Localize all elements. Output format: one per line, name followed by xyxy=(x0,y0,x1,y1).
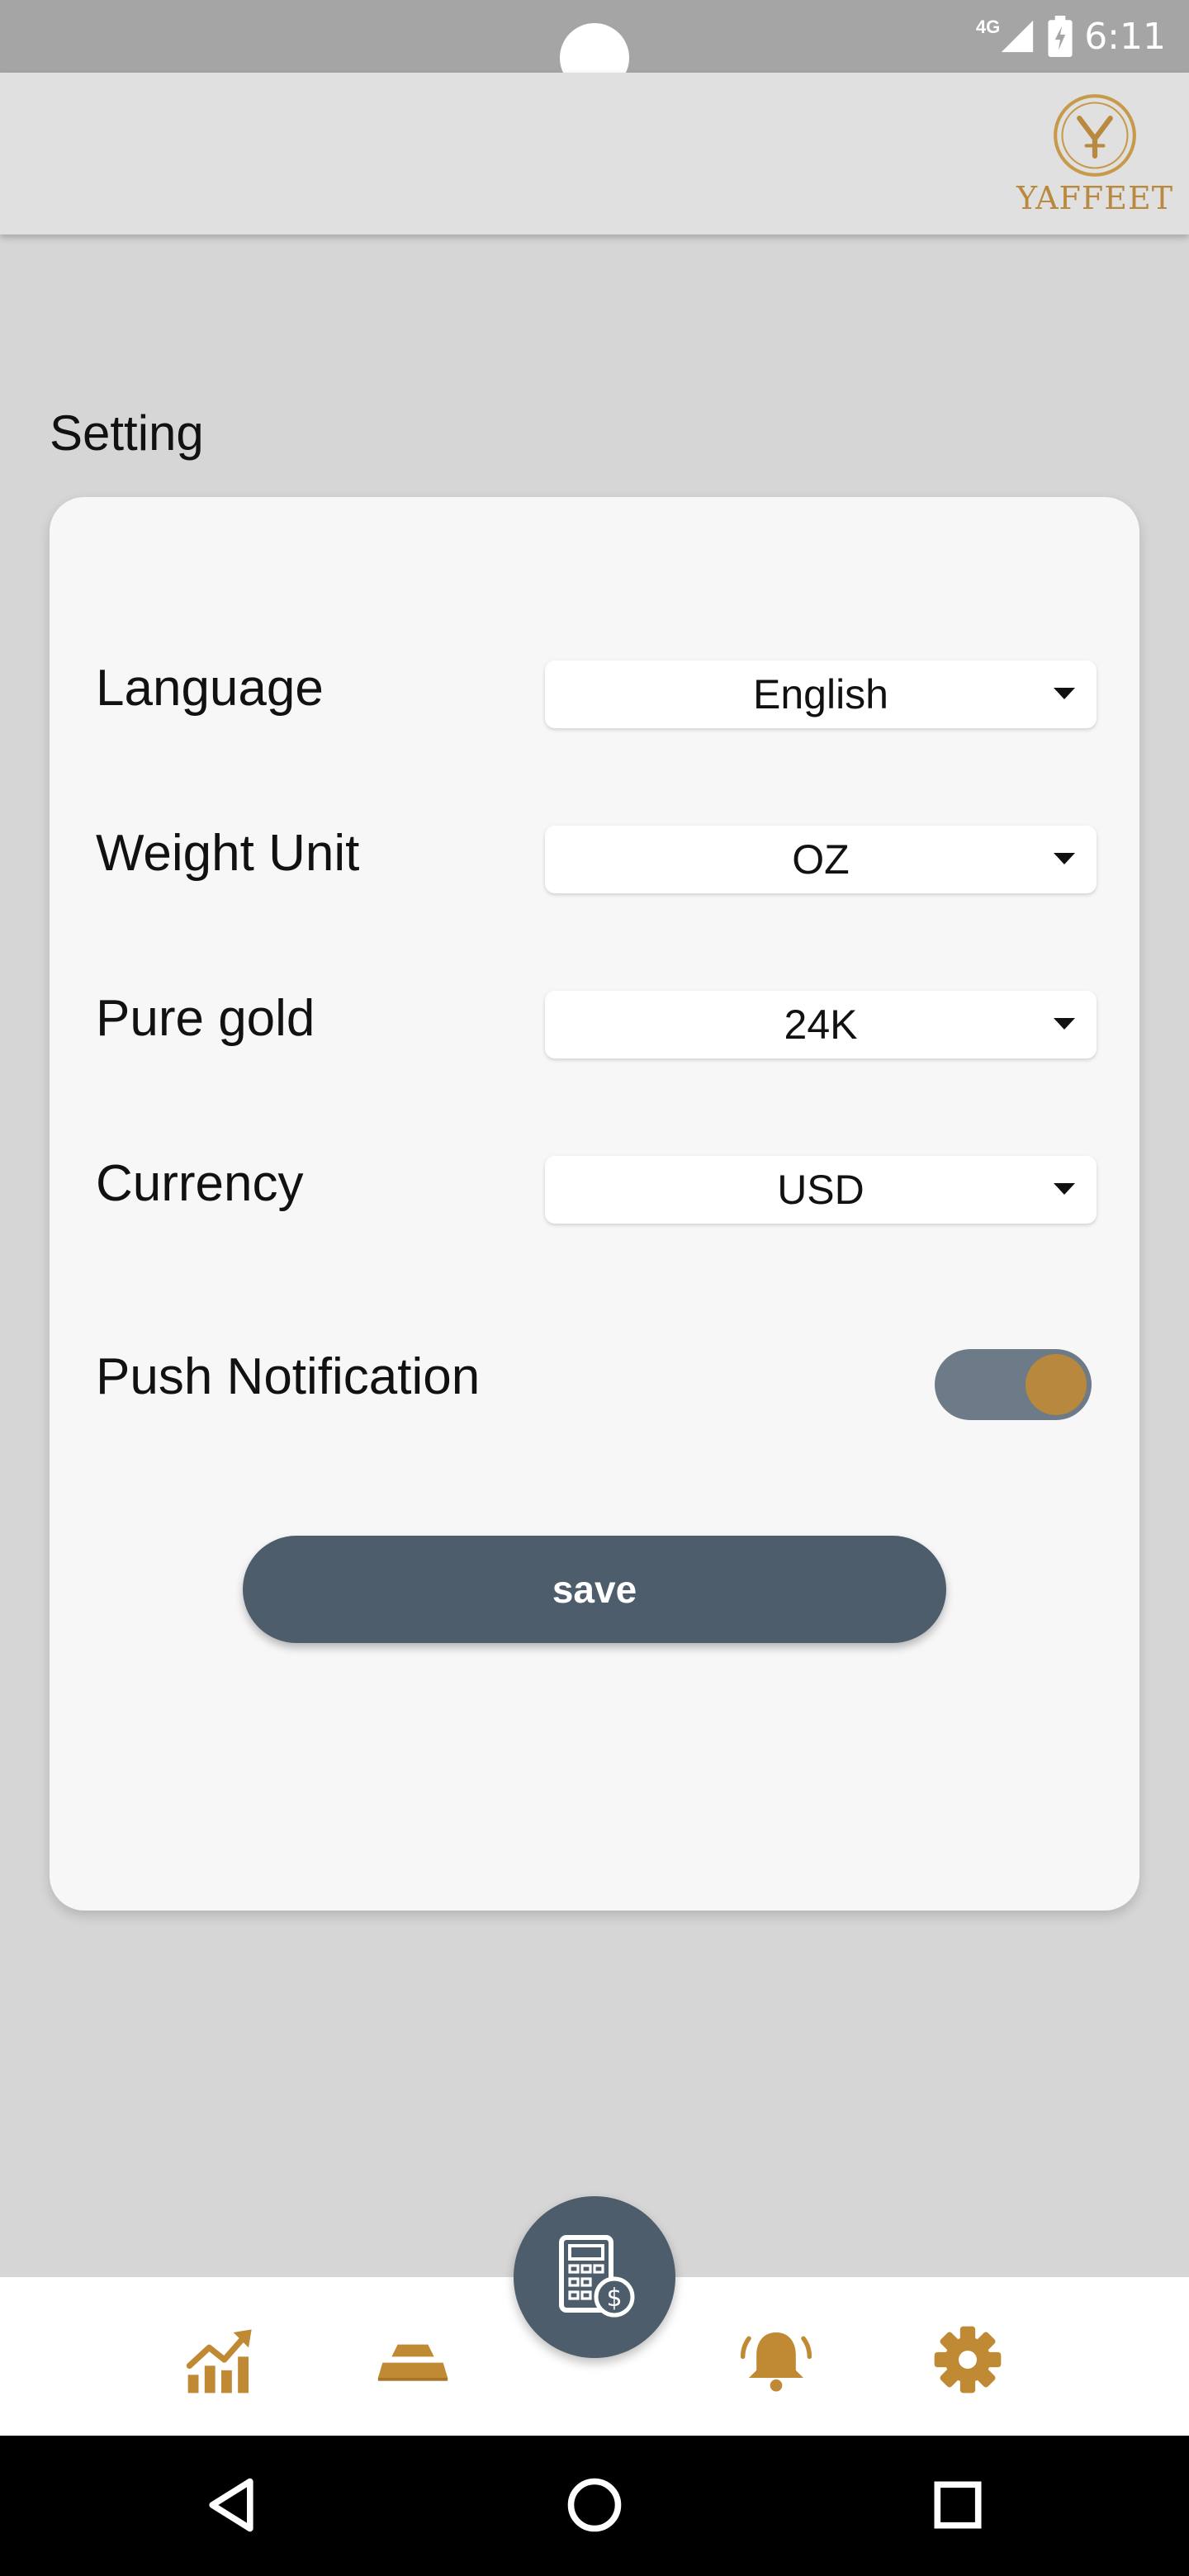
clock: 6:11 xyxy=(1084,15,1166,58)
save-button[interactable]: save xyxy=(243,1536,946,1643)
home-circle-icon[interactable] xyxy=(563,2474,626,2536)
caret-down-icon xyxy=(1054,1018,1075,1030)
brand-name: YAFFEET xyxy=(1016,180,1174,216)
recents-square-icon[interactable] xyxy=(926,2474,989,2536)
pure-gold-select[interactable]: 24K xyxy=(545,991,1097,1058)
language-select[interactable]: English xyxy=(545,661,1097,728)
language-value: English xyxy=(753,671,888,717)
pure-gold-value: 24K xyxy=(784,1002,858,1048)
gold-bars-icon[interactable] xyxy=(377,2323,449,2396)
currency-value: USD xyxy=(777,1167,865,1213)
network-type: 4G xyxy=(975,17,1001,37)
calculator-button[interactable]: $ xyxy=(514,2196,675,2358)
back-triangle-icon[interactable] xyxy=(200,2474,263,2536)
settings-card: Language English Weight Unit OZ Pure gol… xyxy=(50,497,1139,1911)
calculator-dollar-icon: $ xyxy=(559,2235,635,2318)
battery-icon xyxy=(1048,16,1073,57)
pure-gold-label: Pure gold xyxy=(96,990,315,1047)
bell-icon[interactable] xyxy=(740,2323,812,2396)
caret-down-icon xyxy=(1054,853,1075,864)
caret-down-icon xyxy=(1054,688,1075,699)
svg-text:$: $ xyxy=(606,2284,622,2313)
push-notification-toggle[interactable] xyxy=(935,1349,1092,1420)
weight-unit-label: Weight Unit xyxy=(96,825,360,882)
chart-growth-icon[interactable] xyxy=(185,2323,258,2396)
gear-icon[interactable] xyxy=(931,2323,1004,2396)
app-header: YAFFEET xyxy=(0,73,1189,234)
weight-unit-value: OZ xyxy=(792,836,850,883)
weight-unit-select[interactable]: OZ xyxy=(545,826,1097,893)
system-nav-bar xyxy=(0,2436,1189,2576)
signal-icon xyxy=(1002,20,1034,53)
status-indicators: 4G 6:11 xyxy=(976,10,1166,63)
yaffeet-emblem-icon xyxy=(1054,94,1136,177)
currency-select[interactable]: USD xyxy=(545,1156,1097,1224)
brand-logo: YAFFEET xyxy=(1016,92,1172,225)
currency-label: Currency xyxy=(96,1155,304,1212)
status-bar: 4G 6:11 xyxy=(0,0,1189,92)
caret-down-icon xyxy=(1054,1183,1075,1195)
push-notification-label: Push Notification xyxy=(96,1348,481,1405)
toggle-knob xyxy=(1026,1354,1087,1415)
language-label: Language xyxy=(96,660,324,717)
page-title: Setting xyxy=(50,405,204,461)
